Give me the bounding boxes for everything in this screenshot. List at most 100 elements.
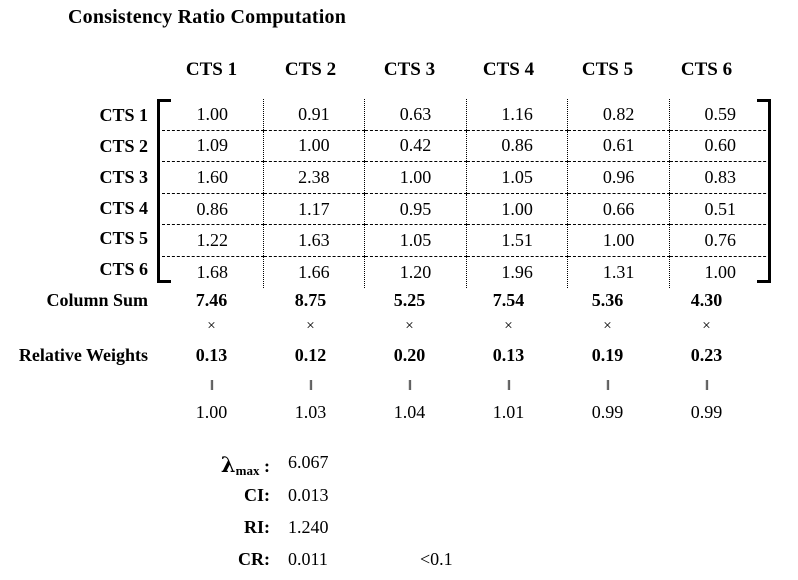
multiply-icon: × xyxy=(504,318,513,334)
cr-label: CR: xyxy=(238,549,270,569)
column-header-cts-1: CTS 1 xyxy=(185,59,238,80)
multiply-icon: × xyxy=(306,318,315,334)
table-row: 1.00 0.91 0.63 1.16 0.82 0.59 xyxy=(162,99,771,131)
multiply-icon: × xyxy=(405,318,414,334)
relative-weight-value: 0.12 xyxy=(294,345,327,365)
lambda-max-value: 6.067 xyxy=(288,452,329,472)
matrix-cell: 1.00 xyxy=(567,224,670,257)
relative-weight-value: 0.19 xyxy=(591,345,624,365)
ri-label: RI: xyxy=(244,517,270,537)
ci-value: 0.013 xyxy=(288,485,329,505)
relative-weights-label: Relative Weights xyxy=(18,345,148,365)
relative-weight-value: 0.13 xyxy=(492,345,525,365)
lambda-symbol: λ xyxy=(220,452,236,477)
matrix-cell: 1.63 xyxy=(263,224,366,257)
matrix-cell: 0.51 xyxy=(669,193,771,226)
ci-label: CI: xyxy=(244,485,270,505)
column-sum-value: 7.46 xyxy=(195,290,228,310)
product-value: 1.00 xyxy=(195,402,228,422)
relative-weight-value: 0.13 xyxy=(195,345,228,365)
matrix-cell: 0.61 xyxy=(567,130,670,163)
column-header-cts-2: CTS 2 xyxy=(284,59,337,80)
cr-threshold-note: <0.1 xyxy=(420,549,453,569)
column-sum-value: 4.30 xyxy=(690,290,723,310)
matrix-cell: 1.60 xyxy=(162,161,264,194)
column-sum-value: 5.36 xyxy=(591,290,624,310)
equals-icon: ‖ xyxy=(605,378,610,394)
matrix-cell: 1.05 xyxy=(466,161,569,194)
matrix-cell: 1.31 xyxy=(567,256,670,288)
product-value: 1.01 xyxy=(492,402,525,422)
consistency-ratio-figure: Consistency Ratio Computation CTS 1 CTS … xyxy=(0,0,798,580)
table-row: 1.68 1.66 1.20 1.96 1.31 1.00 xyxy=(162,256,771,288)
equals-icon: ‖ xyxy=(308,378,313,394)
lambda-subscript: max xyxy=(235,463,260,478)
product-value: 0.99 xyxy=(591,402,624,422)
row-label-cts-3: CTS 3 xyxy=(99,167,148,187)
column-header-cts-5: CTS 5 xyxy=(581,59,634,80)
column-sum-label: Column Sum xyxy=(46,290,148,310)
product-value: 1.04 xyxy=(393,402,426,422)
matrix-cell: 0.83 xyxy=(669,161,771,194)
matrix-cell: 0.96 xyxy=(567,161,670,194)
row-label-cts-1: CTS 1 xyxy=(99,105,148,125)
matrix-cell: 0.91 xyxy=(263,99,366,131)
matrix-cell: 0.86 xyxy=(466,130,569,163)
matrix-cell: 1.05 xyxy=(364,224,467,257)
multiply-icon: × xyxy=(207,318,216,334)
ri-value: 1.240 xyxy=(288,517,329,537)
row-label-cts-4: CTS 4 xyxy=(99,198,148,218)
matrix-cell: 1.16 xyxy=(466,99,569,131)
matrix-table: 1.00 0.91 0.63 1.16 0.82 0.59 1.09 1.00 … xyxy=(162,99,771,288)
product-value: 0.99 xyxy=(690,402,723,422)
multiply-icon: × xyxy=(603,318,612,334)
matrix-cell: 0.82 xyxy=(567,99,670,131)
equals-icon: ‖ xyxy=(704,378,709,394)
equals-icon: ‖ xyxy=(209,378,214,394)
matrix-cell: 0.66 xyxy=(567,193,670,226)
column-header-cts-6: CTS 6 xyxy=(680,59,733,80)
matrix-cell: 1.00 xyxy=(364,161,467,194)
multiply-icon: × xyxy=(702,318,711,334)
matrix-cell: 1.51 xyxy=(466,224,569,257)
matrix-cell: 0.63 xyxy=(364,99,467,131)
page-title: Consistency Ratio Computation xyxy=(68,6,347,28)
matrix-cell: 2.38 xyxy=(263,161,366,194)
column-sum-value: 7.54 xyxy=(492,290,525,310)
table-row: 1.22 1.63 1.05 1.51 1.00 0.76 xyxy=(162,224,771,257)
equals-icon: ‖ xyxy=(407,378,412,394)
column-sum-value: 8.75 xyxy=(294,290,327,310)
column-sum-value: 5.25 xyxy=(393,290,426,310)
pairwise-comparison-matrix: 1.00 0.91 0.63 1.16 0.82 0.59 1.09 1.00 … xyxy=(157,99,771,288)
matrix-cell: 1.00 xyxy=(162,99,264,131)
column-header-cts-4: CTS 4 xyxy=(482,59,535,80)
table-row: 0.86 1.17 0.95 1.00 0.66 0.51 xyxy=(162,193,771,226)
matrix-cell: 0.86 xyxy=(162,193,264,226)
matrix-cell: 0.95 xyxy=(364,193,467,226)
matrix-cell: 1.00 xyxy=(704,261,737,282)
matrix-cell: 1.00 xyxy=(466,193,569,226)
relative-weight-value: 0.23 xyxy=(690,345,723,365)
matrix-cell: 1.66 xyxy=(263,256,366,288)
cr-value: 0.011 xyxy=(288,549,328,569)
table-row: 1.09 1.00 0.42 0.86 0.61 0.60 xyxy=(162,130,771,163)
relative-weight-value: 0.20 xyxy=(393,345,426,365)
matrix-cell: 1.17 xyxy=(263,193,366,226)
matrix-cell: 0.42 xyxy=(364,130,467,163)
lambda-colon: : xyxy=(264,456,270,476)
matrix-cell: 0.60 xyxy=(669,130,771,163)
matrix-cell: 1.96 xyxy=(466,256,569,288)
matrix-cell: 0.76 xyxy=(669,224,771,257)
matrix-cell: 1.00 xyxy=(263,130,366,163)
matrix-cell: 1.22 xyxy=(162,224,264,257)
product-value: 1.03 xyxy=(294,402,327,422)
matrix-cell: 1.09 xyxy=(162,130,264,163)
lambda-max-label: λmax : xyxy=(120,452,270,478)
equals-icon: ‖ xyxy=(506,378,511,394)
matrix-cell: 1.20 xyxy=(364,256,467,288)
matrix-cell: 0.59 xyxy=(669,99,771,131)
row-label-cts-5: CTS 5 xyxy=(99,228,148,248)
table-row: 1.60 2.38 1.00 1.05 0.96 0.83 xyxy=(162,161,771,194)
row-label-cts-6: CTS 6 xyxy=(99,259,148,279)
matrix-cell: 1.68 xyxy=(162,256,264,288)
